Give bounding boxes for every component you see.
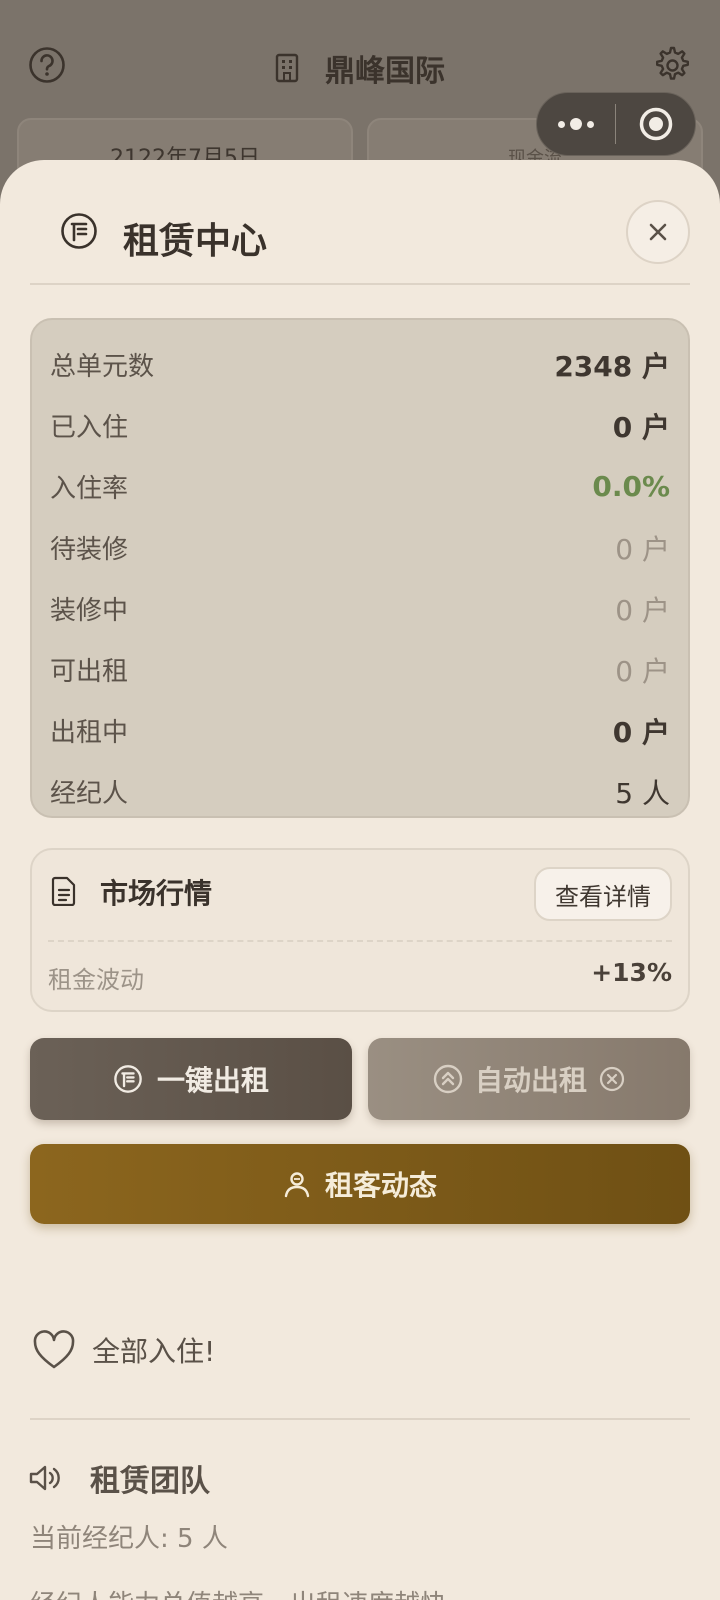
sheet-title: 租赁中心 bbox=[123, 221, 268, 262]
rental-center-sheet: 租赁中心 总单元数 2348 户已入住 0 户入住率 0.0% 待装修 0 户装修中 0 户… bbox=[0, 160, 720, 1600]
sheet-header: 租赁中心 bbox=[30, 200, 690, 285]
stat-label: 装修中 bbox=[50, 596, 129, 626]
market-card: 市场行情 查看详情 租金波动 +13% bbox=[30, 848, 690, 1012]
speaker-icon bbox=[29, 1465, 60, 1491]
stat-row: 装修中 0 户 bbox=[32, 578, 688, 639]
gear-icon[interactable] bbox=[650, 44, 692, 86]
more-button[interactable] bbox=[537, 93, 615, 155]
auto-rent-label: 自动出租 bbox=[474, 1064, 587, 1097]
stats-card: 总单元数 2348 户已入住 0 户入住率 0.0% 待装修 0 户装修中 0 户可出租 0 … bbox=[30, 318, 690, 818]
stat-value: 5 人 bbox=[615, 776, 670, 810]
view-details-button[interactable]: 查看详情 bbox=[534, 867, 672, 921]
close-icon bbox=[649, 223, 667, 241]
rent-fluctuation-label: 租金波动 bbox=[48, 966, 144, 994]
stat-value: 0 户 bbox=[612, 410, 670, 444]
stat-row: 待装修 0 户 bbox=[32, 517, 688, 578]
rental-icon bbox=[61, 213, 97, 249]
stat-label: 已入住 bbox=[50, 413, 129, 443]
more-dot bbox=[558, 120, 565, 128]
team-header: 租赁团队 bbox=[28, 1456, 210, 1500]
stat-value: 2348 户 bbox=[554, 349, 670, 383]
stat-value: 0 户 bbox=[615, 654, 670, 688]
target-icon bbox=[639, 107, 672, 141]
market-divider bbox=[48, 940, 672, 942]
stat-label: 总单元数 bbox=[50, 352, 155, 382]
double-chevron-up-icon bbox=[433, 1064, 463, 1094]
section-divider bbox=[30, 1418, 690, 1420]
status-row: 全部入住! bbox=[32, 1330, 215, 1370]
rent-fluctuation-value: +13% bbox=[591, 958, 672, 987]
team-description: 经纪人能力总值越高，出租速度越快 bbox=[30, 1584, 446, 1600]
close-circle-icon bbox=[599, 1066, 625, 1092]
stat-row: 经纪人 5 人 bbox=[32, 761, 688, 822]
one-click-rent-label: 一键出租 bbox=[156, 1064, 269, 1097]
more-dot bbox=[570, 118, 582, 130]
market-title: 市场行情 bbox=[100, 877, 213, 910]
current-agents-text: 当前经纪人: 5 人 bbox=[30, 1524, 228, 1554]
stat-label: 出租中 bbox=[50, 718, 129, 748]
tenant-news-label: 租客动态 bbox=[324, 1169, 437, 1202]
background-title: 鼎峰国际 bbox=[275, 46, 445, 90]
team-title: 租赁团队 bbox=[90, 1464, 210, 1499]
one-click-rent-button[interactable]: 一键出租 bbox=[30, 1038, 352, 1120]
rental-icon bbox=[114, 1065, 142, 1093]
miniprogram-capsule bbox=[536, 92, 696, 156]
stat-row: 出租中 0 户 bbox=[32, 700, 688, 761]
document-icon bbox=[51, 876, 76, 906]
stat-value: 0.0% bbox=[592, 470, 670, 503]
building-icon bbox=[275, 53, 299, 83]
stat-row: 入住率 0.0% bbox=[32, 456, 688, 517]
stat-label: 经纪人 bbox=[50, 779, 129, 809]
close-button[interactable] bbox=[626, 200, 690, 264]
stat-label: 可出租 bbox=[50, 657, 129, 687]
stat-row: 可出租 0 户 bbox=[32, 639, 688, 700]
stat-value: 0 户 bbox=[612, 715, 670, 749]
stat-value: 0 户 bbox=[615, 532, 670, 566]
stat-row: 总单元数 2348 户 bbox=[32, 334, 688, 395]
stat-row: 已入住 0 户 bbox=[32, 395, 688, 456]
stat-label: 入住率 bbox=[50, 474, 129, 504]
exit-button[interactable] bbox=[616, 93, 695, 155]
status-message: 全部入住! bbox=[92, 1335, 216, 1368]
stat-label: 待装修 bbox=[50, 535, 129, 565]
more-dot bbox=[587, 120, 594, 128]
person-icon bbox=[284, 1172, 310, 1198]
stat-value: 0 户 bbox=[615, 593, 670, 627]
auto-rent-button[interactable]: 自动出租 bbox=[368, 1038, 690, 1120]
heart-icon bbox=[33, 1330, 75, 1369]
tenant-news-button[interactable]: 租客动态 bbox=[30, 1144, 690, 1224]
